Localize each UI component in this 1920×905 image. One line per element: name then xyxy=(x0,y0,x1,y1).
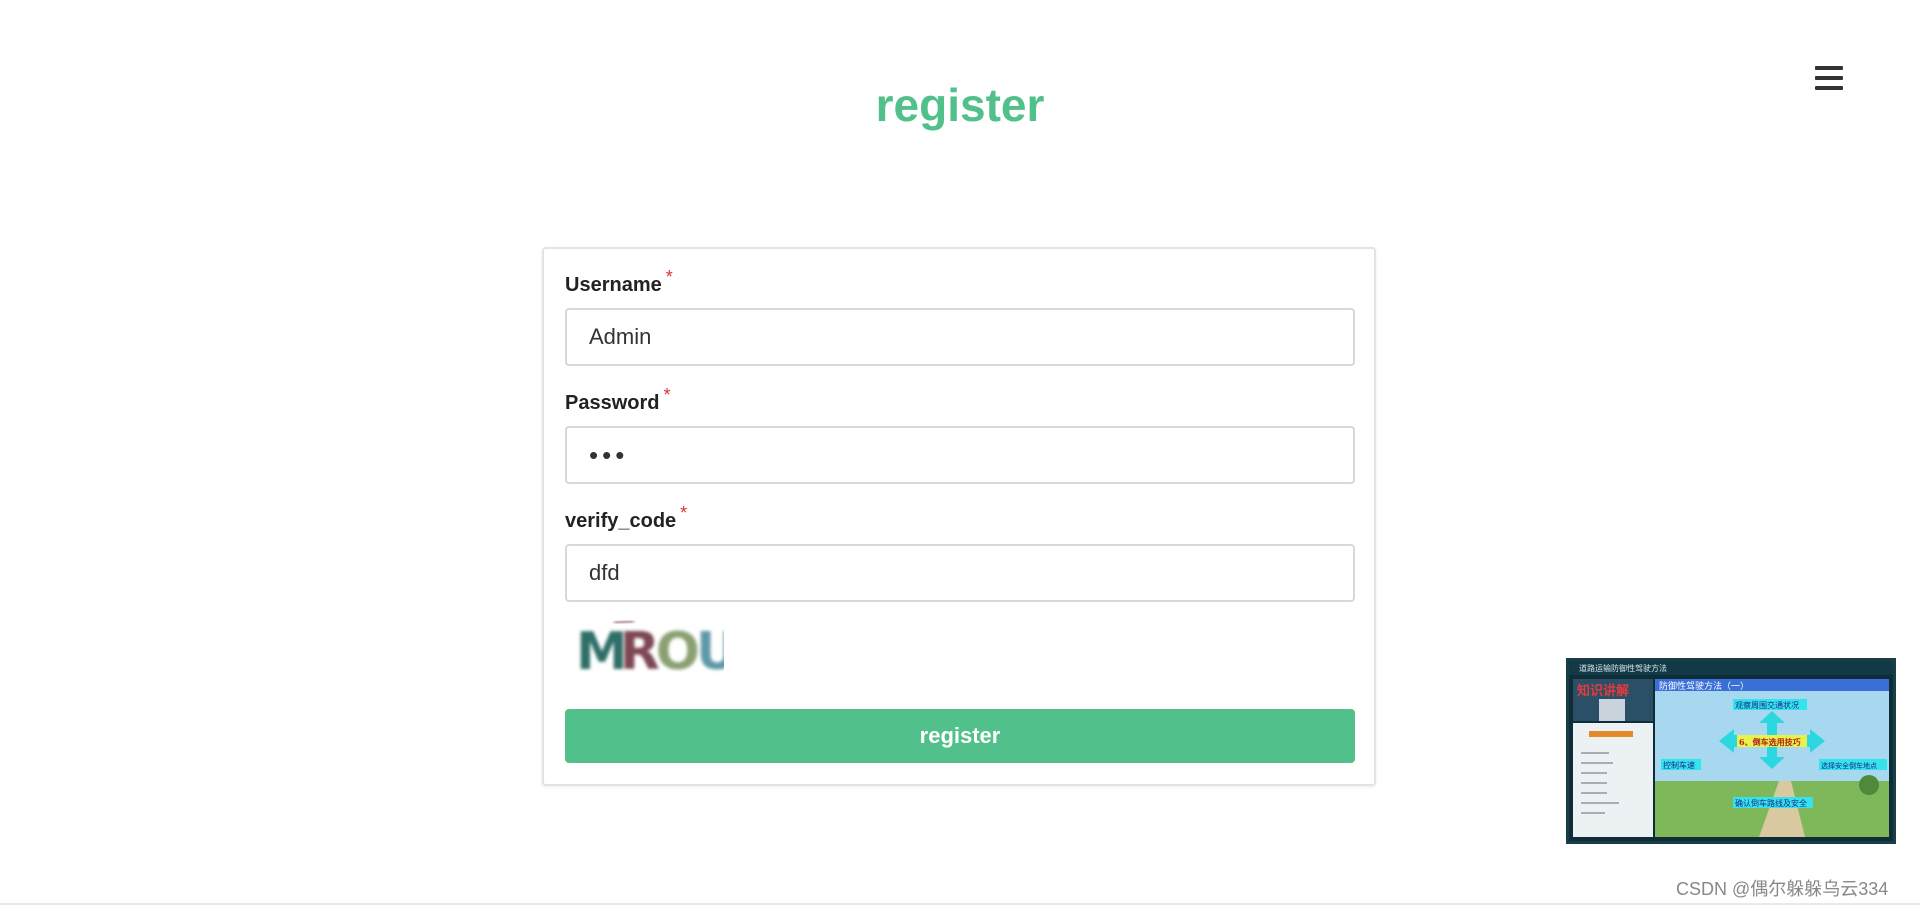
verify-code-input[interactable] xyxy=(565,544,1355,602)
captcha-text: MROU xyxy=(576,622,724,677)
video-top-label: 观察周围交通状况 xyxy=(1735,700,1799,710)
video-slide-title: 防御性驾驶方法（一） xyxy=(1659,680,1749,692)
captcha-char-3: O xyxy=(656,622,700,677)
page-title: register xyxy=(875,79,1045,131)
hamburger-menu-icon[interactable] xyxy=(1815,66,1843,90)
captcha-char-4: U xyxy=(696,622,724,677)
video-bottom-label: 确认倒车路线及安全 xyxy=(1735,798,1807,808)
username-label: Username * xyxy=(565,267,673,297)
video-right-label: 选择安全倒车地点 xyxy=(1821,761,1877,770)
verify-code-label: verify_code * xyxy=(565,503,687,533)
video-sidebar-heading: 知识讲解 xyxy=(1577,683,1629,699)
verify-code-label-text: verify_code xyxy=(565,510,677,532)
username-input[interactable] xyxy=(565,308,1355,366)
verify-code-required-mark: * xyxy=(680,503,688,523)
video-slide-graphic: 道路运输防御性驾驶方法 知识讲解 防御性驾驶方法（一） 观察周围交通状况 控制车… xyxy=(1569,661,1893,841)
video-center-label: 6、倒车选用技巧 xyxy=(1739,737,1801,747)
password-input[interactable]: ••• xyxy=(565,426,1355,484)
register-button[interactable]: register xyxy=(565,709,1355,763)
video-title-bar: 道路运输防御性驾驶方法 xyxy=(1579,663,1667,673)
menu-bar xyxy=(1815,66,1843,70)
password-required-mark: * xyxy=(663,385,671,405)
password-masked-value: ••• xyxy=(589,439,629,470)
watermark: CSDN @偶尔躲躲乌云334 xyxy=(1676,879,1889,899)
password-label: Password * xyxy=(565,385,671,415)
menu-bar xyxy=(1815,76,1843,80)
menu-bar xyxy=(1815,86,1843,90)
password-label-text: Password xyxy=(565,392,660,414)
username-required-mark: * xyxy=(665,267,673,287)
username-label-text: Username xyxy=(565,274,662,296)
video-left-label: 控制车速 xyxy=(1663,760,1695,770)
video-thumbnail[interactable]: 道路运输防御性驾驶方法 知识讲解 防御性驾驶方法（一） 观察周围交通状况 控制车… xyxy=(1566,658,1896,844)
captcha-char-2: R xyxy=(620,622,660,677)
register-form-card: Username* Password* ••• verify_code* MRO… xyxy=(542,247,1376,786)
captcha-image[interactable]: MROU xyxy=(574,615,724,677)
